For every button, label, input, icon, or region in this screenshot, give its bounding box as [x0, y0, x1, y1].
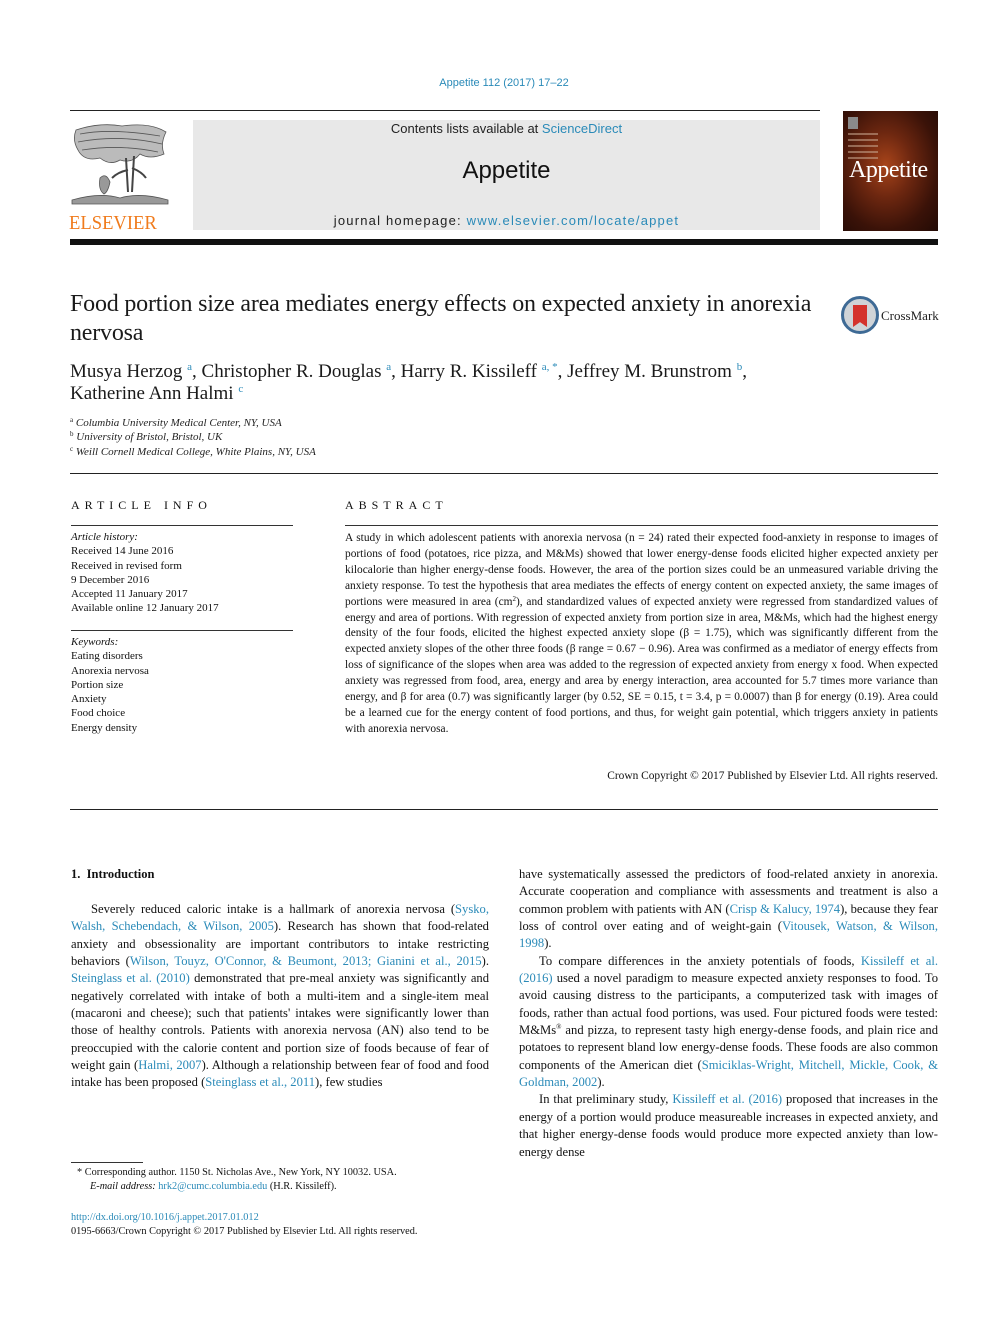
journal-homepage-line: journal homepage: www.elsevier.com/locat…: [333, 213, 680, 228]
affiliation-c: c Weill Cornell Medical College, White P…: [70, 445, 316, 458]
contents-available-line: Contents lists available at ScienceDirec…: [390, 121, 623, 136]
intro-right-column: have systematically assessed the predict…: [519, 866, 938, 1161]
history-item: Available online 12 January 2017: [71, 602, 219, 615]
author: Jeffrey M. Brunstrom b,: [567, 361, 747, 382]
affiliation-link[interactable]: c: [238, 383, 243, 395]
keyword: Energy density: [71, 721, 138, 734]
article-info-heading: ARTICLE INFO: [71, 498, 212, 512]
affiliation-link[interactable]: a, *: [542, 361, 558, 373]
citation-link[interactable]: Crisp & Kalucy, 1974: [730, 902, 840, 916]
keywords-list: Keywords: Eating disorders Anorexia nerv…: [71, 635, 293, 735]
abstract-rule: [345, 525, 938, 526]
author: Harry R. Kissileff a, *,: [400, 361, 568, 382]
article-history: Article history: Received 14 June 2016 R…: [71, 530, 293, 616]
doi-block: http://dx.doi.org/10.1016/j.appet.2017.0…: [71, 1211, 511, 1239]
citation-link[interactable]: Steinglass et al., 2011: [205, 1075, 315, 1089]
introduction-heading: 1. Introduction: [71, 867, 155, 881]
cover-elsevier-badge: [848, 117, 858, 129]
intro-paragraph: In that preliminary study, Kissileff et …: [519, 1092, 938, 1159]
keyword: Anxiety: [71, 693, 107, 706]
elsevier-logo[interactable]: ELSEVIER: [68, 118, 172, 234]
email-link[interactable]: hrk2@cumc.columbia.edu: [158, 1181, 267, 1192]
affiliation-a: a Columbia University Medical Center, NY…: [70, 416, 282, 429]
section-divider: [70, 809, 938, 810]
journal-masthead: Contents lists available at ScienceDirec…: [193, 120, 820, 230]
journal-name: Appetite: [462, 157, 551, 184]
crossmark-label: CrossMark: [881, 308, 939, 323]
keyword: Food choice: [71, 707, 126, 720]
journal-cover-image[interactable]: Appetite: [843, 111, 938, 231]
abstract-text: A study in which adolescent patients wit…: [345, 532, 938, 735]
corresponding-author-note: * Corresponding author. 1150 St. Nichola…: [77, 1167, 397, 1192]
author-list: Musya Herzog a, Christopher R. Douglas a…: [70, 361, 870, 405]
keyword: Eating disorders: [71, 650, 143, 663]
citation-text[interactable]: Appetite 112 (2017) 17–22: [439, 77, 568, 89]
author: Musya Herzog a,: [70, 361, 202, 382]
author: Christopher R. Douglas a,: [201, 361, 401, 382]
citation-link[interactable]: Wilson, Touyz, O'Connor, & Beumont, 2013…: [130, 954, 482, 968]
author: Katherine Ann Halmi c: [70, 383, 244, 404]
citation-link[interactable]: Kissileff et al. (2016): [672, 1092, 782, 1106]
intro-paragraph: Severely reduced caloric intake is a hal…: [71, 902, 490, 1090]
abstract-copyright: Crown Copyright © 2017 Published by Else…: [607, 770, 938, 782]
journal-citation-link[interactable]: Appetite 112 (2017) 17–22: [0, 77, 992, 89]
intro-left-column: Severely reduced caloric intake is a hal…: [71, 901, 489, 1092]
issn-copyright: 0195-6663/Crown Copyright © 2017 Publish…: [71, 1226, 418, 1237]
elsevier-wordmark: ELSEVIER: [69, 212, 157, 234]
citation-link[interactable]: Steinglass et al. (2010): [71, 971, 190, 985]
history-item: 9 December 2016: [71, 573, 150, 586]
footnote-rule: [71, 1162, 143, 1163]
section-divider: [70, 473, 938, 474]
crossmark-icon: [841, 296, 879, 334]
elsevier-tree-icon: [71, 124, 169, 205]
intro-paragraph: have systematically assessed the predict…: [519, 867, 938, 951]
citation-link[interactable]: Halmi, 2007: [138, 1058, 201, 1072]
article-title: Food portion size area mediates energy e…: [70, 291, 812, 346]
sciencedirect-link[interactable]: ScienceDirect: [542, 121, 622, 136]
history-item: Accepted 11 January 2017: [71, 588, 188, 601]
keyword: Anorexia nervosa: [71, 664, 149, 677]
abstract-heading: ABSTRACT: [345, 498, 448, 512]
history-item: Received in revised form: [71, 559, 182, 572]
article-info-rule: [71, 525, 293, 526]
cover-title: Appetite: [849, 157, 928, 183]
intro-paragraph: To compare differences in the anxiety po…: [519, 953, 938, 1090]
affiliation-b: b University of Bristol, Bristol, UK: [70, 430, 223, 443]
crossmark-button[interactable]: CrossMark: [841, 296, 941, 336]
header-rule: [70, 110, 820, 111]
doi-link[interactable]: http://dx.doi.org/10.1016/j.appet.2017.0…: [71, 1212, 259, 1223]
keywords-rule: [71, 630, 293, 631]
masthead-thick-rule: [70, 239, 938, 245]
history-item: Received 14 June 2016: [71, 545, 174, 558]
keyword: Portion size: [71, 678, 124, 691]
journal-homepage-link[interactable]: www.elsevier.com/locate/appet: [467, 213, 680, 228]
